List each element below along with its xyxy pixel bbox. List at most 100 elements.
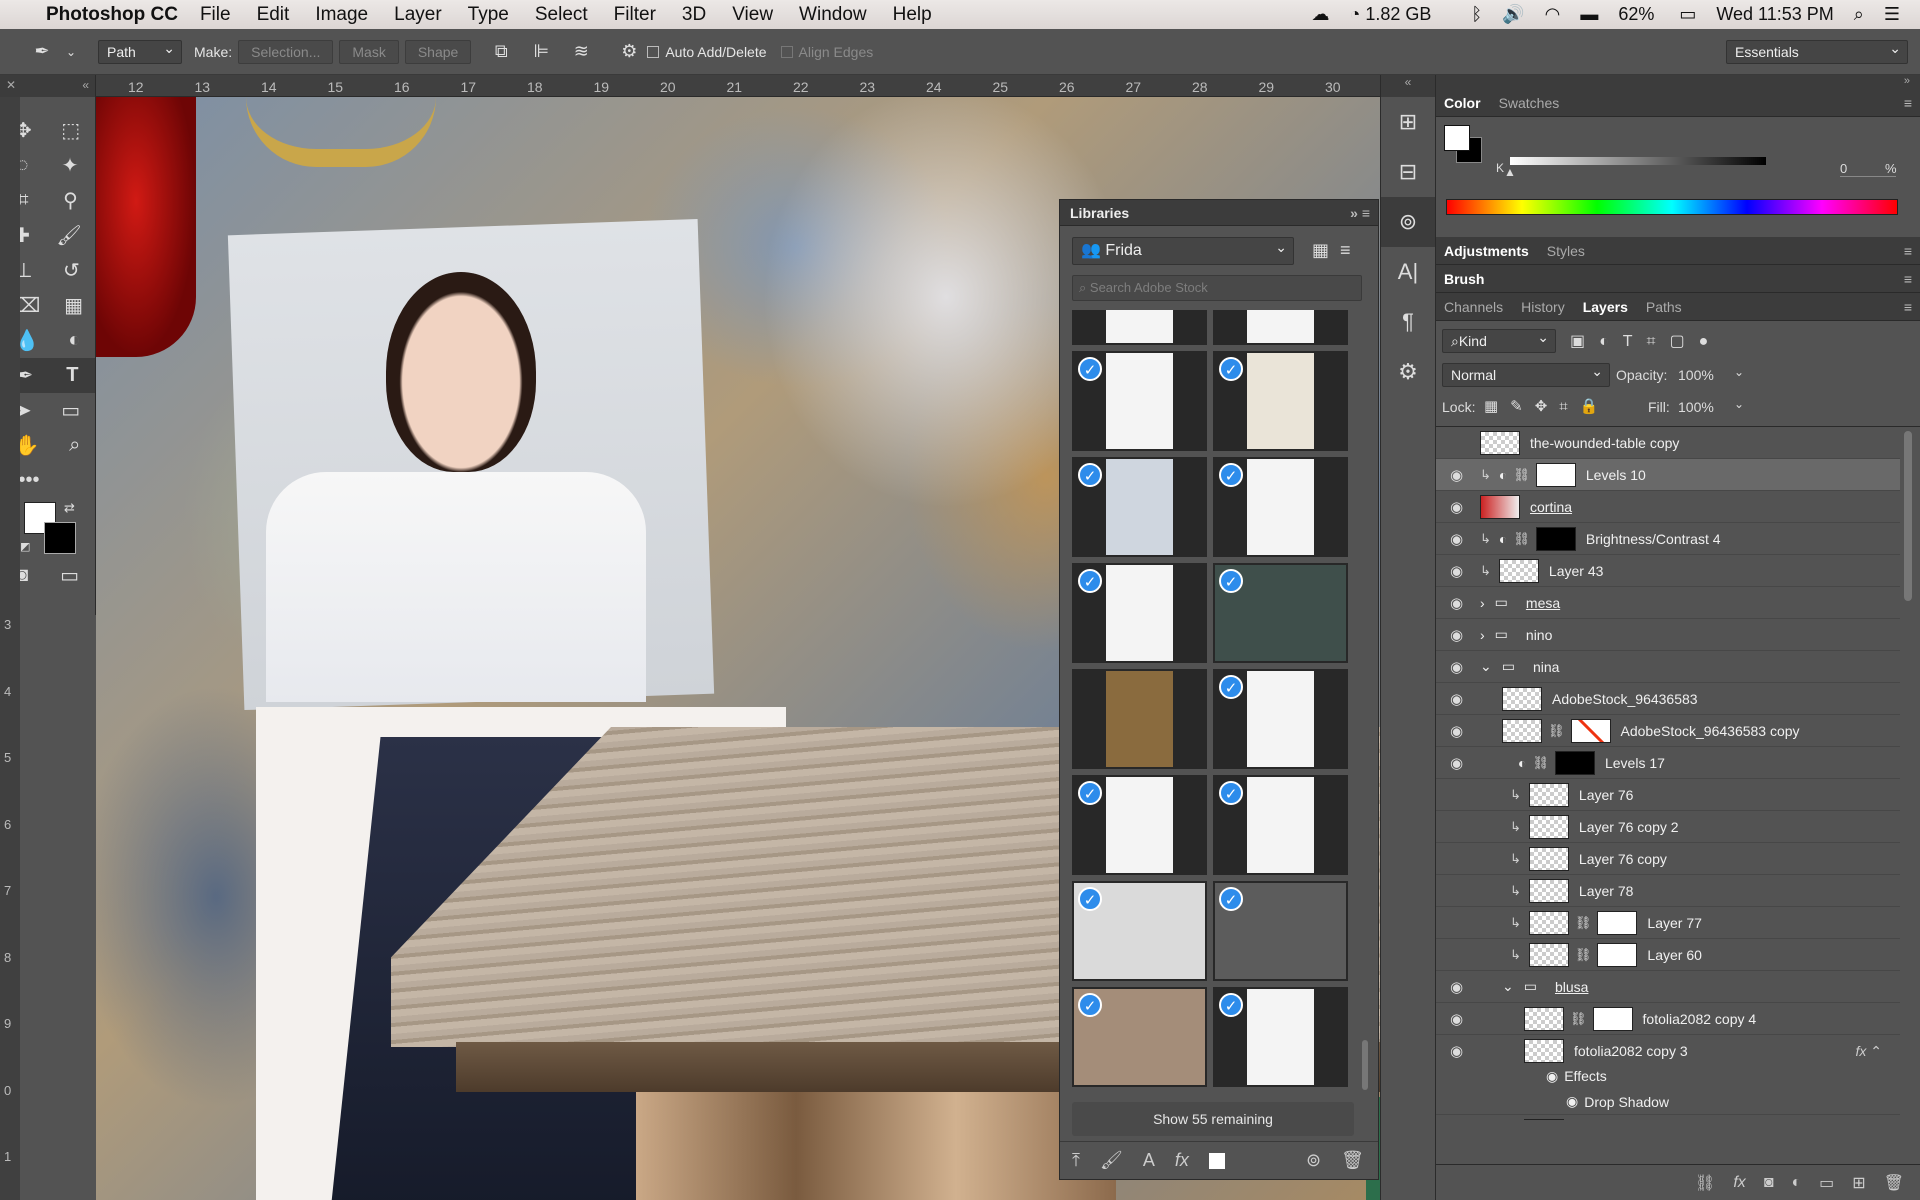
zoom-tool-icon[interactable]: ⌕ <box>69 434 80 457</box>
library-asset-9[interactable] <box>1072 669 1207 769</box>
layer-row[interactable]: ↳ Layer 78 <box>1436 875 1900 907</box>
dodge-tool-icon[interactable]: ◐ <box>68 329 80 352</box>
grid-view-icon[interactable]: ▦ <box>1312 240 1329 261</box>
layer-row[interactable]: ◉ AdobeStock_96436583 <box>1436 683 1900 715</box>
add-brush-icon[interactable]: 🖌 <box>1100 1150 1123 1171</box>
menu-select[interactable]: Select <box>535 4 588 26</box>
chevron-down-icon[interactable]: ⌄ <box>64 45 78 59</box>
screen-mode-icon[interactable]: ▭ <box>60 563 79 588</box>
swap-colors-icon[interactable]: ⇄ <box>64 500 75 516</box>
menu-file[interactable]: File <box>200 4 231 26</box>
magic-wand-tool-icon[interactable]: ✦ <box>62 153 79 178</box>
collapse-icon[interactable]: « <box>82 78 89 94</box>
library-asset-2[interactable] <box>1213 310 1348 345</box>
wifi-icon[interactable]: ◠ <box>1545 4 1561 25</box>
menu-image[interactable]: Image <box>315 4 368 26</box>
layer-name[interactable]: nina <box>1533 659 1559 675</box>
eye-icon[interactable]: ◉ <box>1450 498 1463 516</box>
library-asset-10[interactable]: ✓ <box>1213 669 1348 769</box>
creative-cloud-sync-icon[interactable]: ⊚ <box>1306 1150 1321 1171</box>
layer-mask[interactable] <box>1597 942 1638 967</box>
eye-icon[interactable]: ◉ <box>1450 690 1463 708</box>
layer-row[interactable]: ◉ ↳ ◐ ⛓ Brightness/Contrast 4 <box>1436 523 1900 555</box>
bluetooth-icon[interactable]: ᛒ <box>1471 4 1482 25</box>
opacity-value[interactable]: 100% <box>1678 367 1714 383</box>
library-asset-1[interactable] <box>1072 310 1207 345</box>
tab-paths[interactable]: Paths <box>1646 299 1682 315</box>
add-mask-icon[interactable]: ◙ <box>1764 1174 1774 1192</box>
workspace-select[interactable]: Essentials <box>1726 37 1908 64</box>
eye-icon[interactable]: ◉ <box>1450 466 1463 484</box>
eye-icon[interactable]: ◉ <box>1546 1068 1558 1085</box>
volume-icon[interactable]: 🔊 <box>1502 4 1524 25</box>
layer-mask[interactable] <box>1570 718 1611 743</box>
auto-add-delete-checkbox[interactable] <box>647 45 660 58</box>
rectangle-tool-icon[interactable]: ▭ <box>61 398 80 423</box>
library-asset-14[interactable]: ✓ <box>1213 881 1348 981</box>
chevron-down-icon[interactable]: ⌄ <box>1502 978 1514 995</box>
path-operations-icon[interactable]: ⧉ <box>481 41 521 62</box>
new-adjustment-icon[interactable]: ◐ <box>1791 1174 1801 1192</box>
layer-name[interactable]: Brightness/Contrast 4 <box>1586 531 1721 547</box>
add-style-icon[interactable]: fx <box>1733 1174 1745 1192</box>
layer-row[interactable]: ↳ ⛓ Layer 77 <box>1436 907 1900 939</box>
flag-icon[interactable]: ▬ <box>1580 4 1598 25</box>
collapse-strip-icon[interactable]: « <box>1381 75 1435 97</box>
fill-value[interactable]: 100% <box>1678 399 1714 415</box>
library-scrollbar[interactable] <box>1362 310 1370 1095</box>
pen-mode-select[interactable]: Path <box>98 37 182 64</box>
lock-icons[interactable]: ▦✎✥⌗🔒 <box>1484 397 1610 415</box>
layer-name[interactable]: Levels 17 <box>1605 755 1665 771</box>
tab-layers[interactable]: Layers <box>1583 299 1628 315</box>
eye-icon[interactable]: ◉ <box>1450 1042 1463 1060</box>
layer-name[interactable]: nino <box>1526 627 1552 643</box>
layer-row[interactable]: ◉ cortina <box>1436 491 1900 523</box>
make-mask-button[interactable]: Mask <box>339 39 399 64</box>
make-selection-button[interactable]: Selection... <box>238 39 334 64</box>
layer-name[interactable]: AdobeStock_96436583 <box>1552 691 1698 707</box>
layer-row[interactable]: ◉ ◐ ⛓ Levels 17 <box>1436 747 1900 779</box>
layer-name[interactable]: mesa <box>1526 595 1560 611</box>
layer-row[interactable]: ↳ Layer 76 <box>1436 779 1900 811</box>
library-asset-8[interactable]: ✓ <box>1213 563 1348 663</box>
type-tool-icon[interactable]: T <box>66 364 78 387</box>
group-row[interactable]: ◉ ⌄ ▭ blusa <box>1436 971 1900 1003</box>
chevron-right-icon[interactable]: › <box>1480 595 1485 611</box>
library-select[interactable]: 👥 Frida <box>1072 234 1294 265</box>
library-asset-13[interactable]: ✓ <box>1072 881 1207 981</box>
library-asset-16[interactable]: ✓ <box>1213 987 1348 1087</box>
library-asset-11[interactable]: ✓ <box>1072 775 1207 875</box>
menu-edit[interactable]: Edit <box>257 4 290 26</box>
background-color-swatch[interactable] <box>44 522 76 554</box>
chevron-down-icon[interactable]: ⌄ <box>1734 365 1744 379</box>
layer-name[interactable]: Layer 76 <box>1579 787 1633 803</box>
layer-name[interactable]: Layer 76 copy <box>1579 851 1667 867</box>
upload-icon[interactable]: ⤒ <box>1072 1150 1080 1171</box>
eye-icon[interactable]: ◉ <box>1450 722 1463 740</box>
tab-channels[interactable]: Channels <box>1444 299 1503 315</box>
layer-name[interactable]: fotolia2082 copy 3 <box>1574 1043 1688 1059</box>
layer-mask[interactable] <box>1554 750 1595 775</box>
properties-icon[interactable]: ⊞ <box>1381 97 1435 147</box>
color-spectrum[interactable] <box>1446 199 1898 215</box>
menu-3d[interactable]: 3D <box>682 4 706 26</box>
adjustments-sliders-icon[interactable]: ⊟ <box>1381 147 1435 197</box>
library-asset-6[interactable]: ✓ <box>1213 457 1348 557</box>
layer-name[interactable]: the-wounded-table copy <box>1530 435 1679 451</box>
tab-swatches[interactable]: Swatches <box>1499 95 1560 111</box>
layer-row[interactable]: ↳ Layer 76 copy 2 <box>1436 811 1900 843</box>
panel-menu-icon[interactable]: ≡ <box>1904 299 1912 315</box>
more-tools-icon[interactable]: ••• <box>18 469 39 492</box>
marquee-tool-icon[interactable]: ⬚ <box>61 118 80 143</box>
show-remaining-button[interactable]: Show 55 remaining <box>1072 1102 1354 1136</box>
eyedropper-tool-icon[interactable]: ⚲ <box>63 188 78 213</box>
new-layer-icon[interactable]: ⊞ <box>1852 1173 1865 1193</box>
layer-mask[interactable] <box>1535 526 1576 551</box>
libraries-panel-icon[interactable]: ⊚ <box>1381 197 1435 247</box>
new-group-icon[interactable]: ▭ <box>1819 1173 1834 1193</box>
history-brush-tool-icon[interactable]: ↺ <box>63 258 80 283</box>
clock[interactable]: Wed 11:53 PM <box>1716 4 1833 25</box>
layer-name[interactable]: cortina <box>1530 499 1572 515</box>
eye-icon[interactable]: ◉ <box>1450 626 1463 644</box>
eye-icon[interactable]: ◉ <box>1450 1010 1463 1028</box>
